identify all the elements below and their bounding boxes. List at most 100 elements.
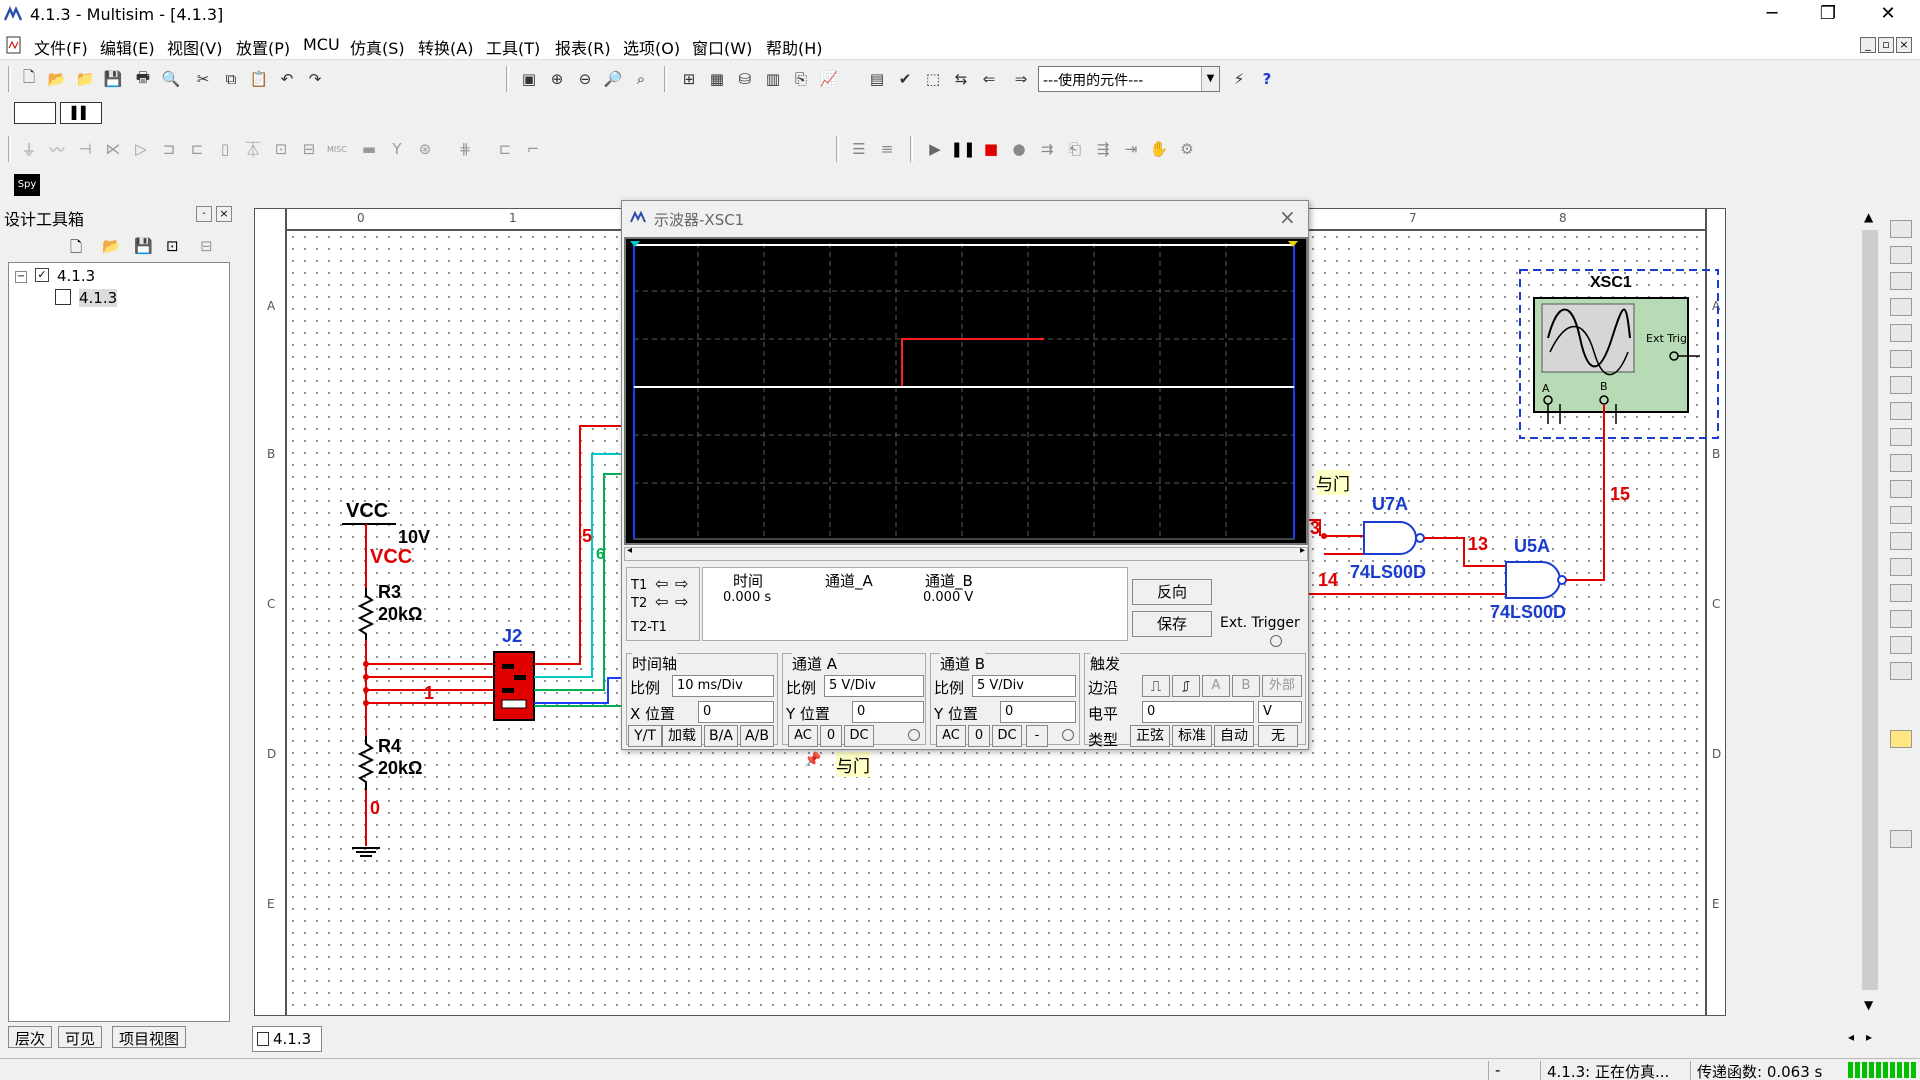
tab-project-view[interactable]: 项目视图	[112, 1026, 187, 1048]
settings-icon[interactable]: ⚙	[1174, 136, 1200, 162]
ttl-icon[interactable]: ⊐	[156, 136, 182, 162]
distortion-analyzer-icon[interactable]	[1890, 506, 1912, 524]
undo-icon[interactable]: ↶	[274, 66, 300, 92]
logic-converter-icon[interactable]	[1890, 428, 1912, 446]
agilent-generator-icon[interactable]	[1890, 584, 1912, 602]
probe-icon[interactable]: ✋	[1146, 136, 1172, 162]
cha-scale-field[interactable]: 5 V/Div	[824, 675, 924, 697]
zoom-fit-icon[interactable]: ⌕	[628, 66, 654, 92]
t2-right-arrow-icon[interactable]: ⇨	[675, 592, 688, 611]
tree-child[interactable]: 4.1.3	[79, 289, 118, 307]
analog-icon[interactable]: ▷	[128, 136, 154, 162]
help-icon[interactable]: ?	[1254, 66, 1280, 92]
step-out-icon[interactable]: ⇥	[1118, 136, 1144, 162]
multimeter-icon[interactable]	[1890, 220, 1912, 238]
function-generator-icon[interactable]	[1890, 246, 1912, 264]
back-annotate-icon[interactable]: ⇐	[976, 66, 1002, 92]
electromech-icon[interactable]: ⊛	[412, 136, 438, 162]
source-icon[interactable]: ⏚	[16, 136, 42, 162]
none-button[interactable]: 无	[1258, 725, 1298, 747]
misc-icon[interactable]: MISC	[324, 136, 350, 162]
menu-place[interactable]: 放置(P)	[236, 35, 290, 59]
yt-button[interactable]: Y/T	[628, 725, 662, 747]
list-alt-icon[interactable]: ≡	[874, 136, 900, 162]
chb-zero-button[interactable]: 0	[968, 725, 990, 747]
rising-edge-icon[interactable]: ⎍	[1142, 675, 1170, 697]
basic-icon[interactable]: 〰	[44, 136, 70, 162]
minimize-button[interactable]: ─	[1744, 0, 1800, 30]
panel-pin-button[interactable]: -	[196, 206, 212, 222]
screen-hscrollbar[interactable]: ◂ ▸	[624, 545, 1308, 561]
trigger-b-button[interactable]: B	[1232, 675, 1260, 697]
diode-icon[interactable]: ⊣	[72, 136, 98, 162]
cha-ac-button[interactable]: AC	[788, 725, 818, 747]
menu-view[interactable]: 视图(V)	[167, 35, 222, 59]
chb-ac-button[interactable]: AC	[936, 725, 966, 747]
open-icon[interactable]: 📂	[44, 66, 70, 92]
fullscreen-icon[interactable]: ▣	[516, 66, 542, 92]
checkbox-icon[interactable]: ✓	[35, 268, 49, 282]
tab-hierarchy[interactable]: 层次	[8, 1026, 53, 1048]
close-button[interactable]: ✕	[1860, 0, 1916, 30]
level-field[interactable]: 0	[1142, 701, 1254, 723]
advanced-icon[interactable]: ▬	[356, 136, 382, 162]
open-design-icon[interactable]: 📂	[102, 237, 121, 255]
menu-mcu[interactable]: MCU	[303, 35, 340, 54]
t2-left-arrow-icon[interactable]: ⇦	[655, 592, 668, 611]
paste-icon[interactable]: 📋	[246, 66, 272, 92]
pause-view-icon[interactable]: ▌▌	[60, 102, 102, 124]
hierarchical-block-icon[interactable]: ⋕	[452, 136, 478, 162]
new-design-icon[interactable]: 🗋	[70, 237, 82, 262]
agilent-scope-icon[interactable]	[1890, 636, 1912, 654]
add-button[interactable]: 加载	[662, 725, 702, 747]
run-icon[interactable]: ▶	[922, 136, 948, 162]
indicator-icon[interactable]: ⊡	[268, 136, 294, 162]
network-analyzer-icon[interactable]	[1890, 558, 1912, 576]
stop-icon[interactable]: ■	[978, 136, 1004, 162]
save-button[interactable]: 保存	[1132, 611, 1212, 637]
open-sample-icon[interactable]: 📁	[72, 66, 98, 92]
component-icon[interactable]: ▥	[760, 66, 786, 92]
ab-button[interactable]: A/B	[740, 725, 774, 747]
wattmeter-icon[interactable]	[1890, 272, 1912, 290]
step-over-icon[interactable]: ⎗	[1062, 136, 1088, 162]
chb-dc-button[interactable]: DC	[992, 725, 1022, 747]
cha-terminal[interactable]	[908, 729, 920, 741]
menu-reports[interactable]: 报表(R)	[555, 35, 611, 59]
tab-prev-icon[interactable]: ◂	[1848, 1030, 1854, 1044]
bom-icon[interactable]: ▤	[864, 66, 890, 92]
mdi-minimize-button[interactable]: _	[1860, 37, 1876, 53]
chb-invert-button[interactable]: -	[1026, 725, 1048, 747]
canvas-vscrollbar[interactable]: ▲ ▼	[1860, 208, 1880, 1016]
spreadsheet-icon[interactable]: ▦	[704, 66, 730, 92]
transfer-icon[interactable]: ⇆	[948, 66, 974, 92]
connector-icon[interactable]: ⌐	[520, 136, 546, 162]
xpos-field[interactable]: 0	[698, 701, 774, 723]
zoom-area-icon[interactable]: 🔎	[600, 66, 626, 92]
menu-options[interactable]: 选项(O)	[623, 35, 680, 59]
rf-icon[interactable]: Y	[384, 136, 410, 162]
mdi-restore-button[interactable]: ▫	[1878, 37, 1894, 53]
menu-window[interactable]: 窗口(W)	[692, 35, 752, 59]
cha-zero-button[interactable]: 0	[820, 725, 842, 747]
redo-icon[interactable]: ↷	[302, 66, 328, 92]
level-unit-field[interactable]: V	[1258, 701, 1302, 723]
sheet-tab[interactable]: 4.1.3	[252, 1026, 322, 1052]
scope-screen[interactable]	[624, 237, 1308, 545]
menu-edit[interactable]: 编辑(E)	[100, 35, 155, 59]
frequency-counter-icon[interactable]	[1890, 376, 1912, 394]
mdi-close-button[interactable]: ×	[1896, 37, 1912, 53]
close-design-icon[interactable]: ⊡	[166, 237, 179, 255]
t1-left-arrow-icon[interactable]: ⇦	[655, 574, 668, 593]
mixed-icon[interactable]: ⏄	[240, 136, 266, 162]
tree-root[interactable]: 4.1.3	[57, 267, 95, 285]
bode-plotter-icon[interactable]	[1890, 350, 1912, 368]
restore-button[interactable]: ❐	[1800, 0, 1856, 30]
forward-annotate-icon[interactable]: ⇒	[1008, 66, 1034, 92]
tree-expander[interactable]: −	[15, 271, 27, 283]
iv-analyzer-icon[interactable]	[1890, 480, 1912, 498]
four-channel-scope-icon[interactable]	[1890, 324, 1912, 342]
mcu-icon[interactable]: ▯	[212, 136, 238, 162]
save-icon[interactable]: 💾	[100, 66, 126, 92]
reverse-button[interactable]: 反向	[1132, 579, 1212, 605]
